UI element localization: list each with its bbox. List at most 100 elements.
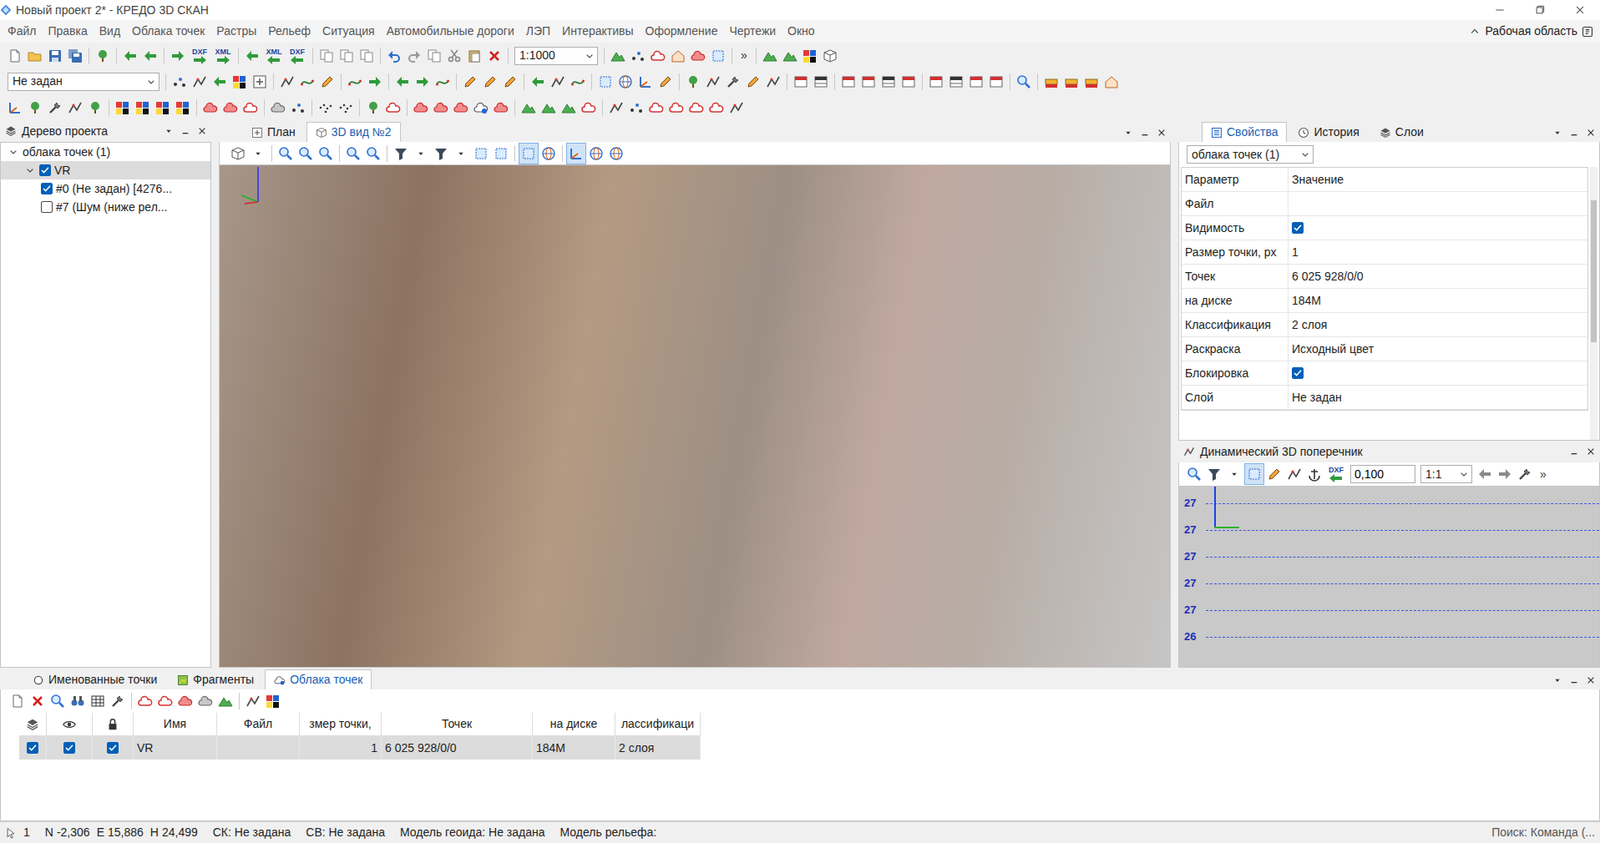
building-icon[interactable] xyxy=(668,45,689,67)
panel-menu-icon[interactable] xyxy=(162,125,175,137)
close-icon[interactable] xyxy=(1155,126,1168,139)
redo-arrow-icon[interactable] xyxy=(404,45,425,67)
command-search[interactable]: Поиск: Команда (... xyxy=(1491,824,1595,842)
minimize-icon[interactable] xyxy=(1139,126,1151,139)
splitter[interactable] xyxy=(1170,120,1179,669)
red-table-icon[interactable] xyxy=(966,70,987,93)
cloud-with-dot-icon[interactable] xyxy=(470,96,492,119)
polyline-icon[interactable] xyxy=(606,96,627,119)
floppy-disks-icon[interactable] xyxy=(65,45,86,67)
selection-box-icon[interactable] xyxy=(518,142,539,165)
export-button[interactable]: XML xyxy=(211,45,235,67)
tree-checkbox[interactable] xyxy=(39,164,51,177)
close-icon[interactable] xyxy=(1584,674,1597,687)
pencil-icon[interactable] xyxy=(460,70,481,93)
point-cloud-icon[interactable] xyxy=(240,96,261,119)
terrain-surface-icon[interactable] xyxy=(558,96,579,119)
arrow-left-icon[interactable] xyxy=(242,45,263,67)
polyline-icon[interactable] xyxy=(703,70,724,93)
dropdown-arrow-icon[interactable] xyxy=(410,142,431,165)
polyline-icon[interactable] xyxy=(726,96,747,119)
layer-checkbox[interactable] xyxy=(26,742,39,755)
selection-box-icon[interactable] xyxy=(470,142,492,165)
point-cloud-icon[interactable] xyxy=(646,96,667,119)
copy-icon[interactable] xyxy=(356,45,377,67)
property-row[interactable]: СлойНе задан xyxy=(1181,385,1588,411)
arrow-left-icon[interactable] xyxy=(392,70,413,93)
panel-menu-icon[interactable] xyxy=(1122,126,1135,139)
minimize-icon[interactable] xyxy=(179,125,192,137)
table-cell[interactable]: 2 слоя xyxy=(615,736,701,760)
polyline-icon[interactable] xyxy=(65,96,86,119)
terrain-surface-icon[interactable] xyxy=(518,96,539,119)
selection-box-icon[interactable] xyxy=(708,45,729,67)
axes-icon[interactable] xyxy=(635,70,656,93)
point-cloud-icon[interactable] xyxy=(135,690,156,713)
copy-icon[interactable] xyxy=(316,45,337,67)
menu-item[interactable]: Интерактивы xyxy=(556,20,639,42)
panel-menu-icon[interactable] xyxy=(1551,674,1564,687)
layered-table-icon[interactable] xyxy=(1081,70,1102,93)
property-value[interactable]: 1 xyxy=(1291,243,1299,262)
red-table-icon[interactable] xyxy=(858,70,879,93)
close-icon[interactable] xyxy=(1584,445,1597,458)
status-field[interactable]: Модель рельефа: xyxy=(560,824,658,842)
property-row[interactable]: Файл xyxy=(1181,192,1588,217)
property-value[interactable]: Не задан xyxy=(1291,389,1342,407)
curve-link-icon[interactable] xyxy=(344,70,365,93)
dark-table-icon[interactable] xyxy=(810,70,831,93)
property-row[interactable]: РаскраскаИсходный цвет xyxy=(1181,337,1588,362)
globe-icon[interactable] xyxy=(615,70,636,93)
point-cloud-icon[interactable] xyxy=(648,45,669,67)
minimize-icon[interactable] xyxy=(1568,445,1580,458)
scrollbar[interactable] xyxy=(1589,167,1598,441)
property-row[interactable]: Блокировка xyxy=(1181,361,1588,386)
panel-tab[interactable]: Фрагменты xyxy=(167,669,264,690)
points-icon[interactable] xyxy=(169,70,190,93)
red-table-icon[interactable] xyxy=(898,70,919,93)
column-header[interactable]: на диске xyxy=(532,713,616,737)
curve-link-icon[interactable] xyxy=(567,70,588,93)
filled-cloud-icon[interactable] xyxy=(195,690,216,713)
filled-cloud-icon[interactable] xyxy=(268,96,289,119)
selection-box-icon[interactable] xyxy=(1244,463,1265,486)
menu-item[interactable]: ЛЭП xyxy=(520,20,557,42)
scale-select[interactable]: 1:1000 xyxy=(514,46,598,66)
terrain-surface-icon[interactable] xyxy=(779,45,800,67)
color-squares-icon[interactable] xyxy=(132,96,153,119)
menu-item[interactable]: Чертежи xyxy=(723,20,782,42)
arrow-left-icon[interactable] xyxy=(527,70,548,93)
export-button[interactable]: DXF xyxy=(187,45,212,67)
tree-icon[interactable] xyxy=(25,96,46,119)
property-row[interactable]: Размер точки, px1 xyxy=(1181,240,1588,265)
pencil-icon[interactable] xyxy=(317,70,338,93)
layer-select[interactable]: Не задан xyxy=(7,72,160,92)
status-field[interactable]: СВ: Не задана xyxy=(305,824,385,842)
red-cloud-icon[interactable] xyxy=(430,96,451,119)
copy-icon[interactable] xyxy=(336,45,357,67)
terrain-surface-icon[interactable] xyxy=(538,96,559,119)
funnel-icon[interactable] xyxy=(390,142,411,165)
point-cloud-icon[interactable] xyxy=(383,96,404,119)
building-icon[interactable] xyxy=(1101,70,1122,93)
tree-icon[interactable] xyxy=(363,96,384,119)
export-button[interactable]: DXF xyxy=(1324,463,1348,486)
menu-item[interactable]: Правка xyxy=(41,20,93,42)
menu-item[interactable]: Вид xyxy=(93,20,127,42)
point-cloud-view[interactable] xyxy=(218,164,1171,669)
scroll-thumb[interactable] xyxy=(1590,200,1597,343)
status-field[interactable]: СК: Не задана xyxy=(212,824,292,842)
pencil-icon[interactable] xyxy=(655,70,676,93)
magnifier-icon[interactable] xyxy=(275,142,296,165)
red-cross-icon[interactable] xyxy=(27,690,48,713)
tree-icon[interactable] xyxy=(85,96,106,119)
terrain-surface-icon[interactable] xyxy=(759,45,780,67)
panel-tab[interactable]: Свойства xyxy=(1201,121,1287,142)
plus-square-icon[interactable] xyxy=(249,70,270,93)
red-table-icon[interactable] xyxy=(838,70,859,93)
layered-table-icon[interactable] xyxy=(1061,70,1082,93)
arrow-right-icon[interactable] xyxy=(364,70,385,93)
axes-icon[interactable] xyxy=(566,142,587,165)
object-select[interactable]: облака точек (1) xyxy=(1186,145,1314,164)
magnifier-icon[interactable] xyxy=(47,690,68,713)
